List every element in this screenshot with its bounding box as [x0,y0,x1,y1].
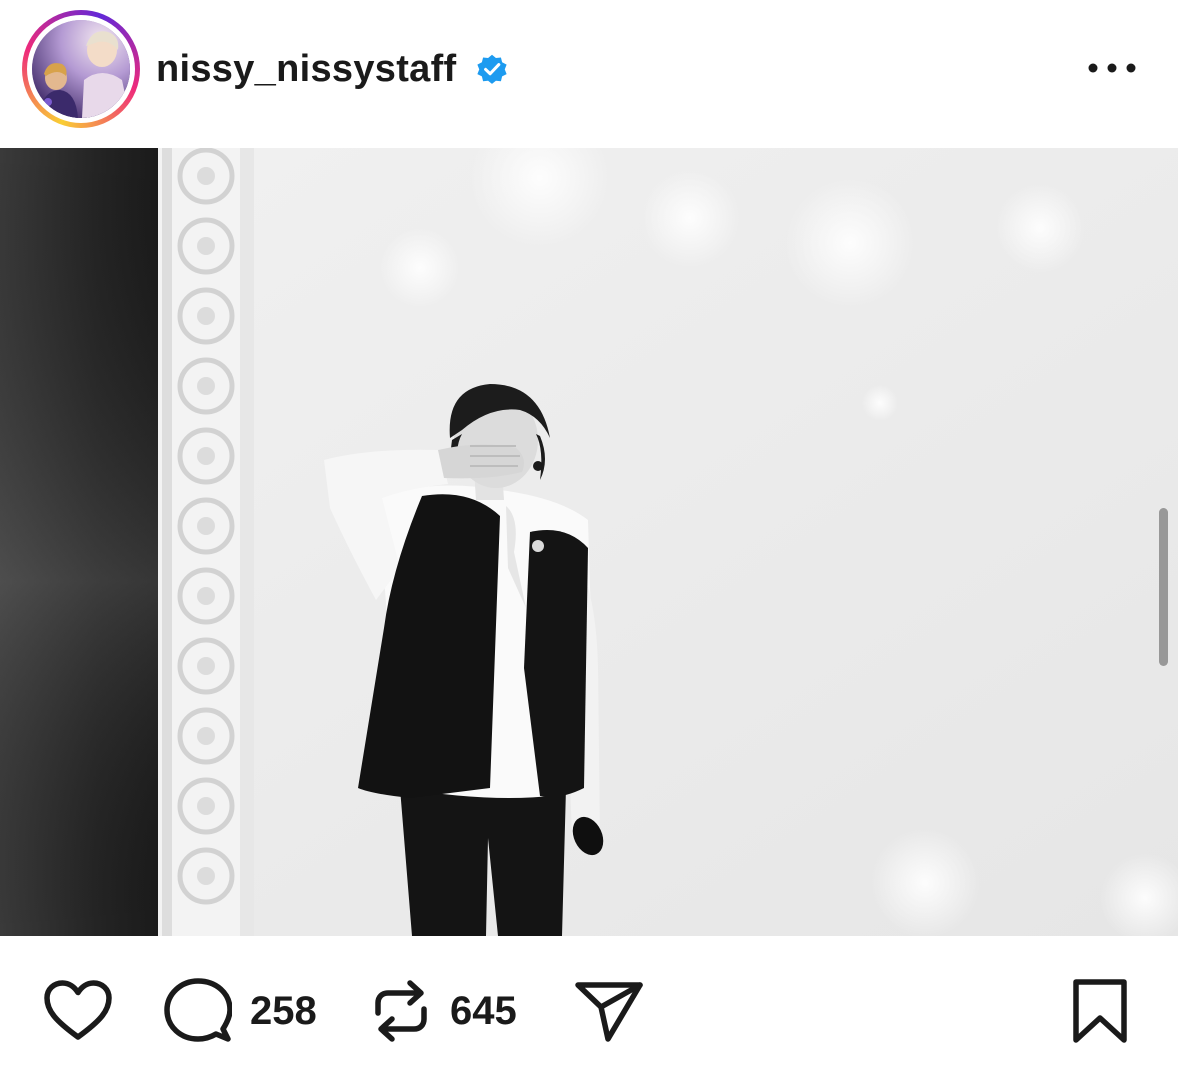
post-header: nissy_nissystaff [0,0,1178,148]
instagram-post: nissy_nissystaff 258 645 [0,0,1178,1066]
avatar-ring-gap [27,15,135,123]
more-horizontal-icon [1087,62,1137,74]
repost-button[interactable]: 645 [370,976,517,1046]
username-row: nissy_nissystaff [156,44,509,94]
avatar-story-ring[interactable] [22,10,140,128]
scrollbar-thumb[interactable] [1159,508,1168,666]
heart-icon [42,979,114,1043]
username[interactable]: nissy_nissystaff [156,48,457,91]
action-bar: 258 645 [0,936,1178,1066]
send-icon [574,979,644,1043]
stage-photo [0,148,1178,936]
comment-button[interactable]: 258 [164,976,317,1046]
repost-icon [370,979,432,1043]
verified-badge-icon [475,52,509,86]
avatar [32,20,130,118]
more-options-button[interactable] [1082,48,1142,88]
comment-count: 258 [250,988,317,1033]
save-button[interactable] [1070,976,1130,1046]
comment-icon [164,977,232,1045]
share-button[interactable] [574,976,644,1046]
avatar-illustration [32,20,130,118]
bookmark-icon [1070,978,1130,1044]
post-photo[interactable] [0,148,1178,936]
like-button[interactable] [42,976,114,1046]
repost-count: 645 [450,988,517,1033]
